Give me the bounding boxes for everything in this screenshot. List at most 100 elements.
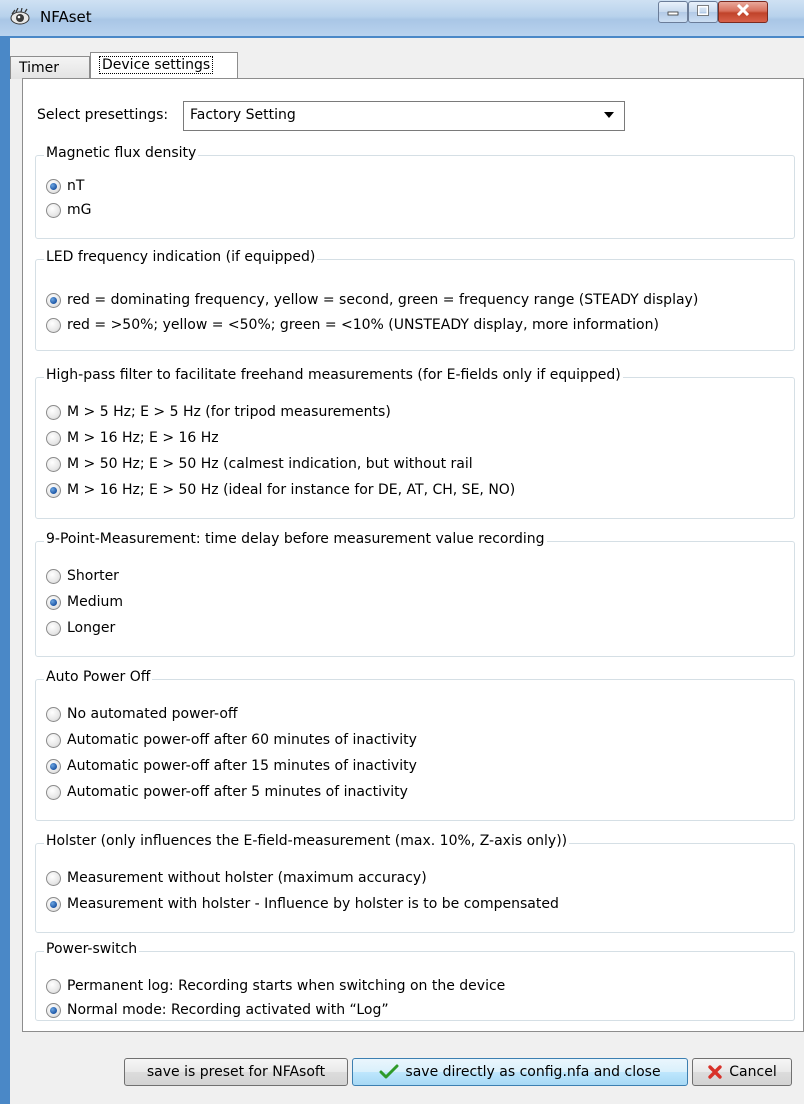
radio-button[interactable]: [46, 732, 61, 748]
radio-option[interactable]: M > 16 Hz; E > 16 Hz: [46, 428, 219, 448]
cancel-button[interactable]: Cancel: [692, 1058, 792, 1086]
radio-option[interactable]: nT: [46, 176, 84, 196]
radio-label: red = dominating frequency, yellow = sec…: [67, 292, 699, 308]
radio-option[interactable]: Medium: [46, 592, 123, 612]
radio-option[interactable]: Automatic power-off after 60 minutes of …: [46, 730, 417, 750]
radio-option[interactable]: Shorter: [46, 566, 119, 586]
radio-button[interactable]: [46, 594, 61, 610]
radio-button[interactable]: [46, 482, 61, 498]
presettings-row: Select presettings: Factory Setting: [37, 101, 637, 131]
radio-label: M > 5 Hz; E > 5 Hz (for tripod measureme…: [67, 404, 391, 420]
device-settings-page: Select presettings: Factory Setting Magn…: [22, 78, 804, 1032]
radio-button[interactable]: [46, 896, 61, 912]
radio-option[interactable]: No automated power-off: [46, 704, 238, 724]
radio-option[interactable]: mG: [46, 200, 92, 220]
close-icon: [736, 3, 750, 20]
maximize-icon: [697, 4, 709, 20]
save-config-label: save directly as config.nfa and close: [405, 1064, 661, 1080]
group-title: Magnetic flux density: [44, 145, 199, 161]
maximize-button[interactable]: [688, 1, 718, 23]
presettings-label: Select presettings:: [37, 107, 169, 123]
radio-button[interactable]: [46, 978, 61, 994]
tab-timer-label: Timer: [19, 60, 60, 76]
tab-strip: Timer Device settings: [10, 52, 804, 79]
radio-button[interactable]: [46, 292, 61, 308]
radio-option[interactable]: M > 16 Hz; E > 50 Hz (ideal for instance…: [46, 480, 515, 500]
radio-button[interactable]: [46, 568, 61, 584]
group-title: Power-switch: [44, 941, 140, 957]
tab-device-settings-label: Device settings: [99, 56, 214, 74]
radio-option[interactable]: Normal mode: Recording activated with “L…: [46, 1000, 389, 1020]
group-9-point-measurement: 9-Point-Measurement: time delay before m…: [35, 531, 795, 657]
radio-option[interactable]: Longer: [46, 618, 115, 638]
close-button[interactable]: [718, 1, 768, 23]
radio-label: mG: [67, 202, 92, 218]
radio-label: Medium: [67, 594, 123, 610]
radio-option[interactable]: M > 5 Hz; E > 5 Hz (for tripod measureme…: [46, 402, 391, 422]
radio-label: Measurement without holster (maximum acc…: [67, 870, 427, 886]
radio-button[interactable]: [46, 758, 61, 774]
group-magnetic-flux-density: Magnetic flux density nT mG: [35, 145, 795, 239]
presettings-value: Factory Setting: [190, 107, 296, 123]
window-title: NFAset: [40, 8, 92, 26]
group-high-pass-filter: High-pass filter to facilitate freehand …: [35, 367, 795, 519]
radio-label: Permanent log: Recording starts when swi…: [67, 978, 506, 994]
radio-option[interactable]: Automatic power-off after 5 minutes of i…: [46, 782, 408, 802]
radio-option[interactable]: Automatic power-off after 15 minutes of …: [46, 756, 417, 776]
radio-button[interactable]: [46, 784, 61, 800]
group-title: LED frequency indication (if equipped): [44, 249, 318, 265]
radio-button[interactable]: [46, 178, 61, 194]
cancel-label: Cancel: [729, 1064, 777, 1080]
title-bar[interactable]: NFAset: [0, 0, 804, 36]
radio-label: nT: [67, 178, 85, 194]
radio-label: Automatic power-off after 15 minutes of …: [67, 758, 417, 774]
radio-label: M > 16 Hz; E > 50 Hz (ideal for instance…: [67, 482, 516, 498]
group-title: High-pass filter to facilitate freehand …: [44, 367, 623, 383]
save-config-button[interactable]: save directly as config.nfa and close: [352, 1058, 688, 1086]
nfaset-window: NFAset Timer Device settings Select pres…: [0, 0, 804, 1104]
client-area: Timer Device settings Select presettings…: [10, 38, 804, 1104]
minimize-icon: [667, 4, 679, 20]
radio-button[interactable]: [46, 870, 61, 886]
radio-button[interactable]: [46, 1002, 61, 1018]
radio-label: Measurement with holster - Influence by …: [67, 896, 559, 912]
radio-option[interactable]: red = dominating frequency, yellow = sec…: [46, 290, 698, 310]
minimize-button[interactable]: [658, 1, 688, 23]
button-bar: save is preset for NFAsoft save directly…: [10, 1042, 804, 1104]
radio-label: Automatic power-off after 60 minutes of …: [67, 732, 417, 748]
checkmark-icon: [379, 1064, 399, 1080]
radio-button[interactable]: [46, 706, 61, 722]
radio-button[interactable]: [46, 404, 61, 420]
radio-button[interactable]: [46, 430, 61, 446]
tab-timer[interactable]: Timer: [10, 56, 90, 79]
group-auto-power-off: Auto Power Off No automated power-off Au…: [35, 669, 795, 821]
red-x-icon: [707, 1064, 723, 1080]
radio-option[interactable]: red = >50%; yellow = <50%; green = <10% …: [46, 315, 659, 335]
radio-label: Normal mode: Recording activated with “L…: [67, 1002, 389, 1018]
group-led-frequency-indication: LED frequency indication (if equipped) r…: [35, 249, 795, 351]
radio-label: M > 50 Hz; E > 50 Hz (calmest indication…: [67, 456, 473, 472]
radio-option[interactable]: Measurement without holster (maximum acc…: [46, 868, 427, 888]
radio-button[interactable]: [46, 620, 61, 636]
radio-button[interactable]: [46, 456, 61, 472]
radio-label: Longer: [67, 620, 116, 636]
group-power-switch: Power-switch Permanent log: Recording st…: [35, 941, 795, 1021]
group-title: Holster (only influences the E-field-mea…: [44, 833, 570, 849]
tab-device-settings[interactable]: Device settings: [90, 52, 238, 79]
radio-label: M > 16 Hz; E > 16 Hz: [67, 430, 219, 446]
group-title: 9-Point-Measurement: time delay before m…: [44, 531, 547, 547]
group-holster: Holster (only influences the E-field-mea…: [35, 833, 795, 933]
radio-option[interactable]: M > 50 Hz; E > 50 Hz (calmest indication…: [46, 454, 473, 474]
radio-option[interactable]: Measurement with holster - Influence by …: [46, 894, 559, 914]
radio-button[interactable]: [46, 202, 61, 218]
radio-option[interactable]: Permanent log: Recording starts when swi…: [46, 976, 505, 996]
chevron-down-icon: [598, 105, 620, 125]
radio-label: red = >50%; yellow = <50%; green = <10% …: [67, 317, 659, 333]
radio-label: Automatic power-off after 5 minutes of i…: [67, 784, 408, 800]
save-preset-button[interactable]: save is preset for NFAsoft: [124, 1058, 348, 1086]
radio-label: No automated power-off: [67, 706, 238, 722]
presettings-select[interactable]: Factory Setting: [183, 101, 625, 131]
radio-label: Shorter: [67, 568, 119, 584]
radio-button[interactable]: [46, 317, 61, 333]
save-preset-label: save is preset for NFAsoft: [146, 1064, 326, 1080]
